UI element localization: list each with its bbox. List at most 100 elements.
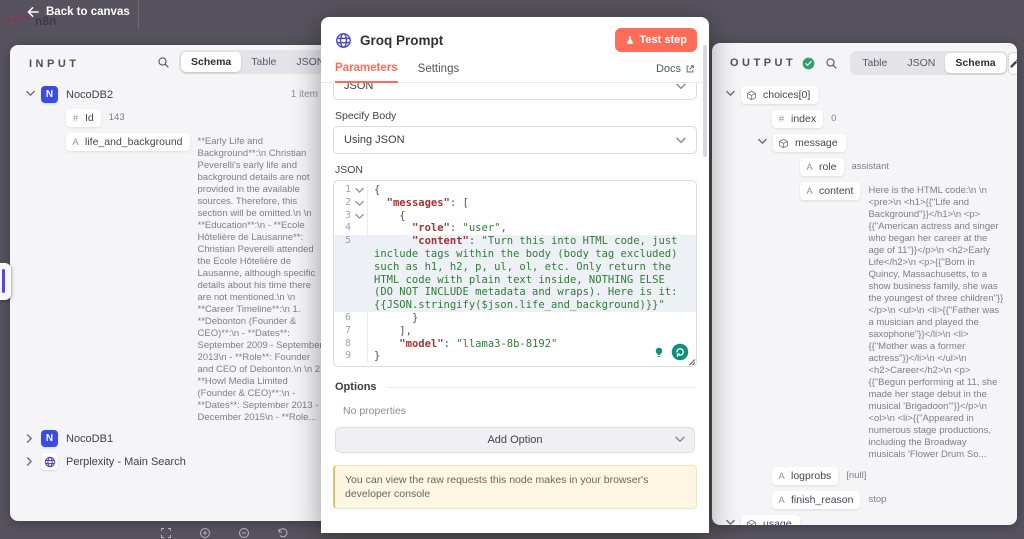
left-edge-tab-indicator	[2, 269, 5, 293]
test-step-button[interactable]: Test step	[614, 28, 697, 52]
tab-table[interactable]: Table	[852, 53, 897, 73]
reset-zoom-icon[interactable]	[277, 527, 289, 539]
schema-field-row: # index 0	[712, 110, 1012, 128]
schema-node-row[interactable]: N NocoDB1	[10, 430, 332, 447]
canvas-zoom-controls[interactable]	[160, 527, 289, 539]
line-number: 5	[344, 235, 351, 247]
chevron-down-icon[interactable]	[26, 86, 41, 97]
schema-field-row: # Id 143	[10, 109, 332, 127]
string-type-icon: A	[806, 185, 813, 197]
field-pill-content[interactable]: Acontent	[800, 182, 861, 200]
code-text[interactable]: "role": "user",	[368, 222, 696, 235]
chevron-down-icon[interactable]	[726, 86, 741, 97]
chevron-down-icon[interactable]	[726, 515, 741, 525]
input-panel-title: INPUT	[29, 58, 80, 70]
chevron-down-icon[interactable]	[758, 134, 773, 145]
search-icon[interactable]	[825, 57, 838, 70]
groq-prompt-dialog: Groq Prompt Test step Parameters Setting…	[321, 17, 709, 533]
nocodb-icon: N	[41, 86, 58, 103]
editor-line: 8 "model": "llama3-8b-8192"	[334, 337, 696, 351]
editor-resize-grip[interactable]	[688, 358, 696, 366]
json-field-label: JSON	[335, 164, 364, 176]
schema-object-row[interactable]: choices[0]	[712, 86, 1012, 104]
object-pill-message[interactable]: message	[773, 134, 846, 152]
field-pill-finish_reason[interactable]: Afinish_reason	[772, 491, 861, 509]
editor-line: 7 ],	[334, 324, 696, 338]
top-parameter-select[interactable]: JSON	[333, 83, 697, 100]
chevron-right-icon[interactable]	[26, 430, 41, 443]
dialog-scrollbar-thumb[interactable]	[703, 45, 707, 157]
code-text[interactable]: {	[368, 210, 696, 223]
field-value: **Early Life and Background**:\n Christi…	[197, 136, 323, 423]
chevron-right-icon[interactable]	[26, 453, 41, 466]
back-to-canvas-button[interactable]: Back to canvas	[27, 6, 130, 18]
schema-field-row: Afinish_reason stop	[712, 491, 1012, 509]
field-value: Here is the HTML code:\n \n <pre>\n <h1>…	[868, 185, 1004, 460]
object-pill-choices[0][interactable]: choices[0]	[741, 86, 819, 104]
string-type-icon: A	[72, 136, 79, 148]
code-text[interactable]: "model": "llama3-8b-8192"	[368, 338, 696, 351]
dialog-title: Groq Prompt	[360, 32, 444, 48]
tab-parameters[interactable]: Parameters	[335, 62, 398, 83]
field-pill-Id[interactable]: # Id	[66, 109, 101, 127]
field-value: stop	[868, 494, 887, 505]
zoom-out-icon[interactable]	[238, 527, 250, 539]
line-number: 6	[344, 311, 351, 323]
tab-json[interactable]: JSON	[897, 53, 945, 73]
code-text[interactable]: "messages": [	[368, 197, 696, 210]
dialog-tabs: Parameters Settings Docs	[321, 58, 709, 83]
specify-body-label: Specify Body	[335, 110, 397, 122]
field-pill-logprobs[interactable]: Alogprobs	[772, 467, 839, 485]
no-properties-text: No properties	[343, 405, 407, 418]
docs-link[interactable]: Docs	[656, 63, 695, 82]
schema-field-row: Acontent Here is the HTML code:\n \n <pr…	[712, 182, 1012, 461]
line-number: 8	[344, 337, 351, 349]
fit-view-icon[interactable]	[160, 527, 172, 539]
left-edge-tab[interactable]	[0, 263, 11, 300]
tab-schema[interactable]: Schema	[945, 53, 1006, 73]
code-text[interactable]: "content": "Turn this into HTML code, ju…	[368, 235, 696, 312]
field-pill-role[interactable]: Arole	[800, 158, 844, 176]
success-check-icon	[802, 57, 815, 70]
code-text[interactable]: }	[368, 350, 696, 363]
schema-field-row: Alife_and_background **Early Life and Ba…	[10, 133, 332, 424]
tab-settings[interactable]: Settings	[418, 63, 460, 82]
tab-schema[interactable]: Schema	[181, 52, 242, 72]
fold-chevron-icon[interactable]	[351, 196, 368, 210]
json-code-editor[interactable]: 1 { 2 "messages": [ 3 { 4 "role": "user"…	[333, 180, 697, 368]
output-view-tabs: Table JSON Schema	[850, 51, 1008, 75]
add-option-button[interactable]: Add Option	[335, 427, 695, 454]
field-value: assistant	[851, 161, 890, 172]
string-type-icon: A	[778, 470, 785, 482]
schema-node-row[interactable]: N NocoDB2 1 item	[10, 86, 332, 103]
field-pill-life_and_background[interactable]: Alife_and_background	[66, 133, 190, 151]
node-name: NocoDB1	[66, 433, 114, 445]
field-value: 143	[108, 112, 125, 123]
fold-chevron-icon[interactable]	[351, 209, 368, 223]
editor-line: 1 {	[334, 184, 696, 197]
schema-node-row[interactable]: Perplexity - Main Search	[10, 453, 332, 470]
code-text[interactable]: ],	[368, 325, 696, 338]
object-cube-icon	[778, 138, 789, 149]
object-pill-usage[interactable]: usage	[741, 515, 800, 525]
editor-line: 9 }	[334, 350, 696, 364]
specify-body-select[interactable]: Using JSON	[333, 126, 697, 154]
zoom-in-icon[interactable]	[199, 527, 211, 539]
tab-table[interactable]: Table	[241, 52, 286, 72]
schema-object-row[interactable]: usage	[712, 515, 1012, 525]
topbar-divider	[138, 0, 139, 30]
dialog-header: Groq Prompt Test step	[321, 17, 709, 58]
back-label: Back to canvas	[46, 6, 130, 18]
schema-object-row[interactable]: message	[712, 134, 1012, 152]
search-icon[interactable]	[157, 56, 170, 69]
output-panel: OUTPUT Table JSON Schema choices[0] # index…	[712, 43, 1017, 525]
tip-lightbulb-icon[interactable]	[650, 343, 668, 361]
code-text[interactable]: {	[368, 184, 696, 197]
ai-fix-icon[interactable]	[671, 343, 689, 361]
field-pill-index[interactable]: # index	[772, 110, 824, 128]
fold-chevron-icon[interactable]	[351, 184, 368, 197]
code-text[interactable]: }	[368, 312, 696, 325]
schema-field-row: Alogprobs [null]	[712, 467, 1012, 485]
edit-output-button[interactable]	[1007, 51, 1017, 75]
fold-gutter	[351, 311, 368, 325]
